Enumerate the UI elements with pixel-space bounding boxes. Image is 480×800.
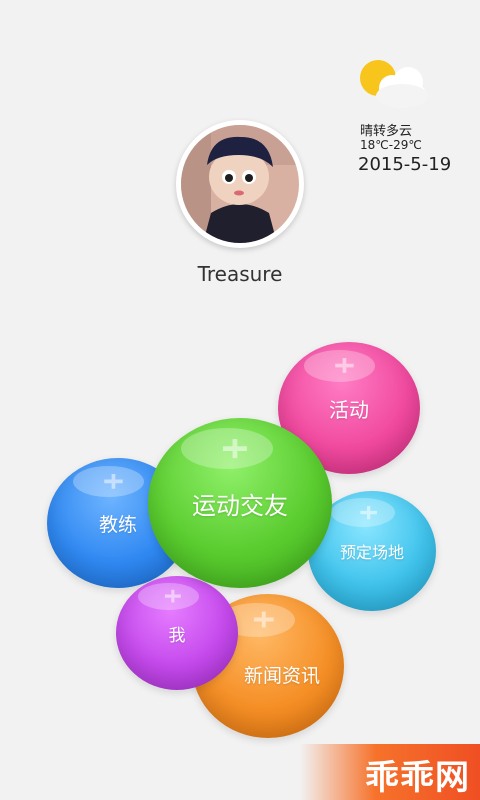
bubble-highlight-icon	[253, 612, 274, 628]
me-label: 我	[168, 625, 186, 646]
partly-cloudy-icon	[360, 60, 428, 108]
profile-name: Treasure	[197, 262, 283, 286]
weather-widget: 晴转多云 18℃-29℃ 2015-5-19	[358, 58, 468, 178]
coach-label: 教练	[98, 513, 137, 536]
bubble-highlight-icon	[222, 439, 247, 459]
book-venue-label: 预定场地	[339, 543, 404, 562]
avatar[interactable]	[176, 120, 304, 248]
social-label: 运动交友	[192, 491, 288, 520]
weather-description: 晴转多云	[360, 124, 413, 139]
watermark-banner: 乖乖网	[300, 744, 480, 800]
watermark-text: 乖乖网	[365, 758, 470, 798]
bubble-highlight-icon	[104, 474, 123, 489]
news-label: 新闻资讯	[243, 664, 320, 687]
bubble-highlight-icon	[165, 590, 182, 603]
me-button[interactable]: 我	[116, 576, 238, 690]
activity-label: 活动	[329, 397, 369, 422]
bubble-highlight-icon	[335, 358, 354, 374]
temperature-range: 18℃-29℃	[360, 138, 422, 152]
bubble-highlight-icon	[359, 505, 377, 520]
social-button[interactable]: 运动交友	[148, 418, 332, 588]
user-avatar-image	[181, 125, 299, 243]
current-date: 2015-5-19	[358, 154, 452, 175]
